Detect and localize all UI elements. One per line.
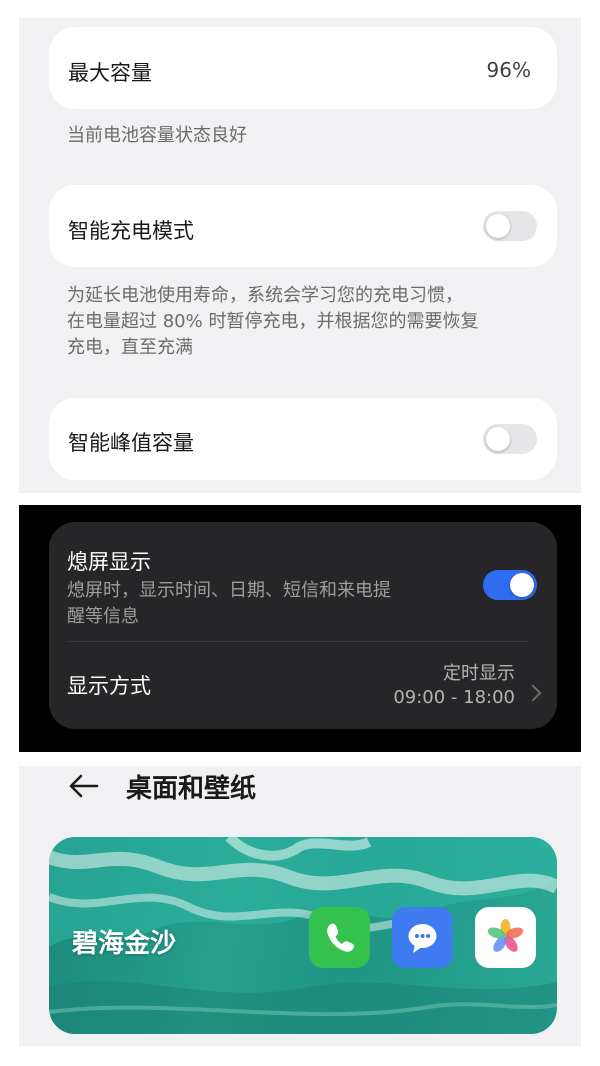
divider bbox=[67, 641, 527, 642]
max-capacity-label: 最大容量 bbox=[68, 61, 152, 85]
photos-app-icon bbox=[475, 907, 536, 968]
smart-charging-toggle[interactable] bbox=[483, 211, 537, 241]
smart-peak-capacity-row[interactable]: 智能峰值容量 bbox=[49, 398, 557, 480]
aod-title: 熄屏显示 bbox=[67, 550, 151, 574]
toggle-knob bbox=[510, 573, 534, 597]
aod-toggle[interactable] bbox=[483, 570, 537, 600]
battery-settings-panel: 最大容量 96% 当前电池容量状态良好 智能充电模式 为延长电池使用寿命，系统会… bbox=[19, 18, 581, 493]
smart-charging-row[interactable]: 智能充电模式 bbox=[49, 185, 557, 267]
back-arrow-icon[interactable] bbox=[67, 769, 101, 807]
display-mode-value: 定时显示 09:00 - 18:00 bbox=[393, 663, 515, 708]
wallpaper-name: 碧海金沙 bbox=[72, 929, 177, 959]
max-capacity-row: 最大容量 96% bbox=[49, 27, 557, 109]
always-on-display-card: 熄屏显示 熄屏时，显示时间、日期、短信和来电提 醒等信息 显示方式 定时显示 0… bbox=[49, 522, 557, 729]
phone-app-icon bbox=[309, 907, 370, 968]
messages-app-icon bbox=[392, 907, 453, 968]
toggle-knob bbox=[486, 214, 510, 238]
always-on-display-panel: 熄屏显示 熄屏时，显示时间、日期、短信和来电提 醒等信息 显示方式 定时显示 0… bbox=[19, 505, 581, 752]
page-title: 桌面和壁纸 bbox=[126, 774, 257, 804]
smart-charging-label: 智能充电模式 bbox=[68, 219, 194, 243]
max-capacity-value: 96% bbox=[486, 58, 531, 82]
display-mode-label: 显示方式 bbox=[67, 674, 151, 698]
aod-description: 熄屏时，显示时间、日期、短信和来电提 醒等信息 bbox=[67, 580, 391, 627]
wallpaper-preview[interactable]: 碧海金沙 bbox=[49, 837, 557, 1034]
toggle-knob bbox=[486, 427, 510, 451]
chevron-right-icon bbox=[524, 684, 542, 702]
capacity-note: 当前电池容量状态良好 bbox=[67, 125, 247, 146]
smart-peak-capacity-toggle[interactable] bbox=[483, 424, 537, 454]
smart-peak-capacity-label: 智能峰值容量 bbox=[68, 431, 194, 455]
smart-charging-note: 为延长电池使用寿命，系统会学习您的充电习惯， 在电量超过 80% 时暂停充电，并… bbox=[67, 285, 479, 358]
desktop-wallpaper-panel: 桌面和壁纸 碧海金沙 bbox=[19, 766, 581, 1046]
